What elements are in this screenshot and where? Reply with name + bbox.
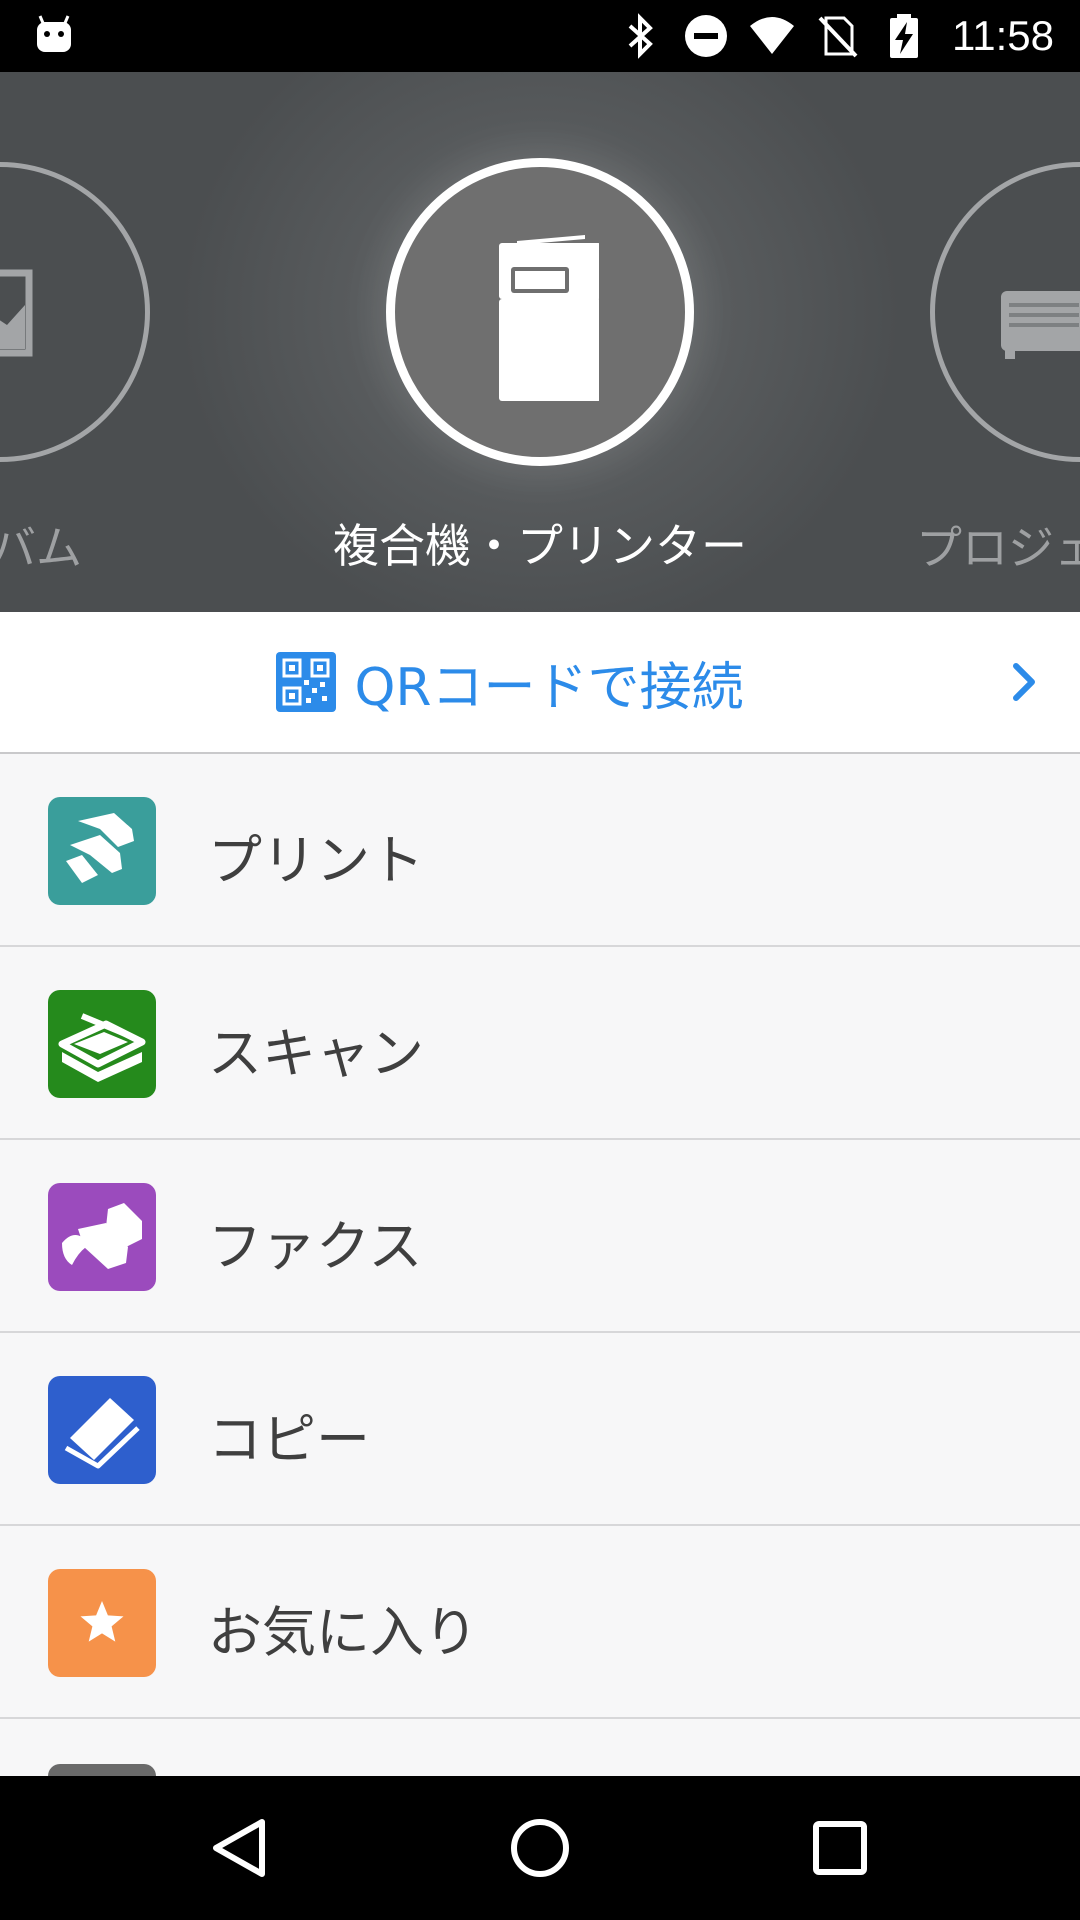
fax-icon (48, 1183, 156, 1291)
status-bar: 11:58 (0, 0, 1080, 72)
clock: 11:58 (952, 12, 1054, 59)
qr-connect-button[interactable]: QRコードで接続 (0, 612, 1080, 754)
copy-icon (48, 1376, 156, 1484)
print-icon (48, 797, 156, 905)
projector-icon (1001, 291, 1080, 359)
menu-item-fax[interactable]: ファクス (0, 1140, 1080, 1333)
status-icons: 11:58 (616, 0, 1054, 72)
menu-label-copy: コピー (208, 1408, 370, 1471)
battery-charging-icon (890, 14, 918, 58)
device-carousel[interactable]: バム 複合機・プリンター プロジェ (0, 72, 1080, 612)
recents-icon[interactable] (800, 1808, 880, 1888)
qr-code-icon (276, 652, 337, 712)
function-menu: プリント スキャン ファクス コピー お気に入り (0, 754, 1080, 1776)
android-debug-icon (37, 15, 71, 52)
star-icon (48, 1569, 156, 1677)
menu-label-scan: スキャン (208, 1022, 424, 1085)
chevron-right-icon (1013, 663, 1035, 701)
photo-album-icon (0, 269, 33, 357)
menu-item-favorites[interactable]: お気に入り (0, 1526, 1080, 1719)
printer-mfp-icon (499, 235, 599, 401)
navigation-bar (0, 1776, 1080, 1920)
bluetooth-icon (628, 13, 653, 59)
menu-item-copy[interactable]: コピー (0, 1333, 1080, 1526)
do-not-disturb-icon (685, 15, 727, 57)
menu-item-print[interactable]: プリント (0, 754, 1080, 947)
wifi-icon (750, 17, 794, 54)
menu-item-partial-icon (48, 1764, 156, 1776)
home-icon[interactable] (500, 1808, 580, 1888)
carousel-item-projector[interactable] (930, 162, 1080, 462)
carousel-item-printer[interactable] (386, 158, 694, 466)
carousel-label-projector[interactable]: プロジェ (916, 512, 1080, 578)
menu-label-favorites: お気に入り (208, 1601, 478, 1664)
menu-label-fax: ファクス (208, 1215, 423, 1278)
menu-label-print: プリント (208, 829, 424, 892)
carousel-item-album[interactable] (0, 162, 150, 462)
menu-item-scan[interactable]: スキャン (0, 947, 1080, 1140)
scan-icon (48, 990, 156, 1098)
qr-connect-label: QRコードで接続 (354, 657, 744, 718)
no-sim-icon (818, 16, 858, 58)
back-icon[interactable] (200, 1808, 280, 1888)
